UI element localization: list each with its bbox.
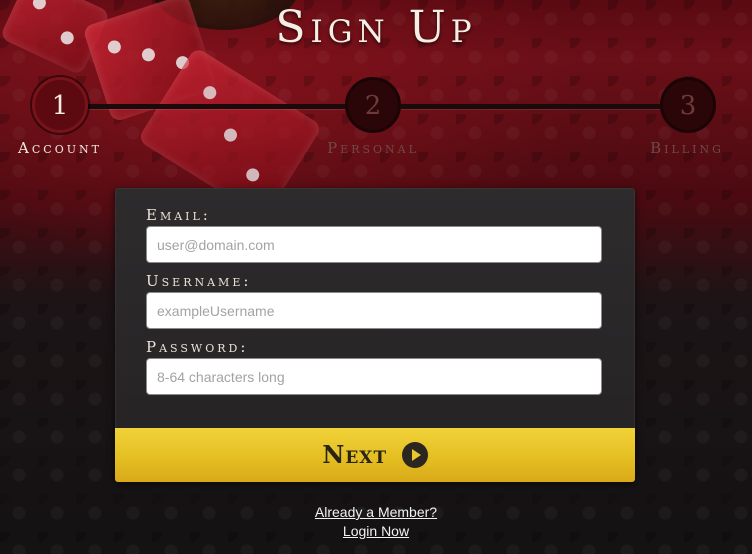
step-3-circle: 3	[660, 77, 716, 133]
next-button[interactable]: Next	[115, 428, 635, 482]
username-label: Username:	[146, 272, 252, 290]
next-button-label: Next	[322, 440, 388, 469]
step-2-label: Personal	[327, 139, 419, 157]
username-field[interactable]	[146, 292, 602, 329]
step-3-label: Billing	[650, 139, 724, 157]
login-now-link[interactable]: Login Now	[0, 522, 752, 540]
step-track	[88, 104, 348, 109]
password-label: Password:	[146, 338, 249, 356]
password-field[interactable]	[146, 358, 602, 395]
play-circle-icon	[401, 442, 428, 468]
step-2-circle: 2	[345, 77, 401, 133]
page-title: Sign Up	[275, 2, 477, 53]
already-member-link[interactable]: Already a Member?	[0, 503, 752, 521]
step-track	[401, 104, 661, 109]
email-field[interactable]	[146, 226, 602, 263]
step-1-circle: 1	[32, 77, 88, 133]
step-1-label: Account	[18, 139, 102, 157]
email-label: Email:	[146, 206, 211, 224]
signup-form-panel: Email: Username: Password: Next	[115, 188, 635, 482]
